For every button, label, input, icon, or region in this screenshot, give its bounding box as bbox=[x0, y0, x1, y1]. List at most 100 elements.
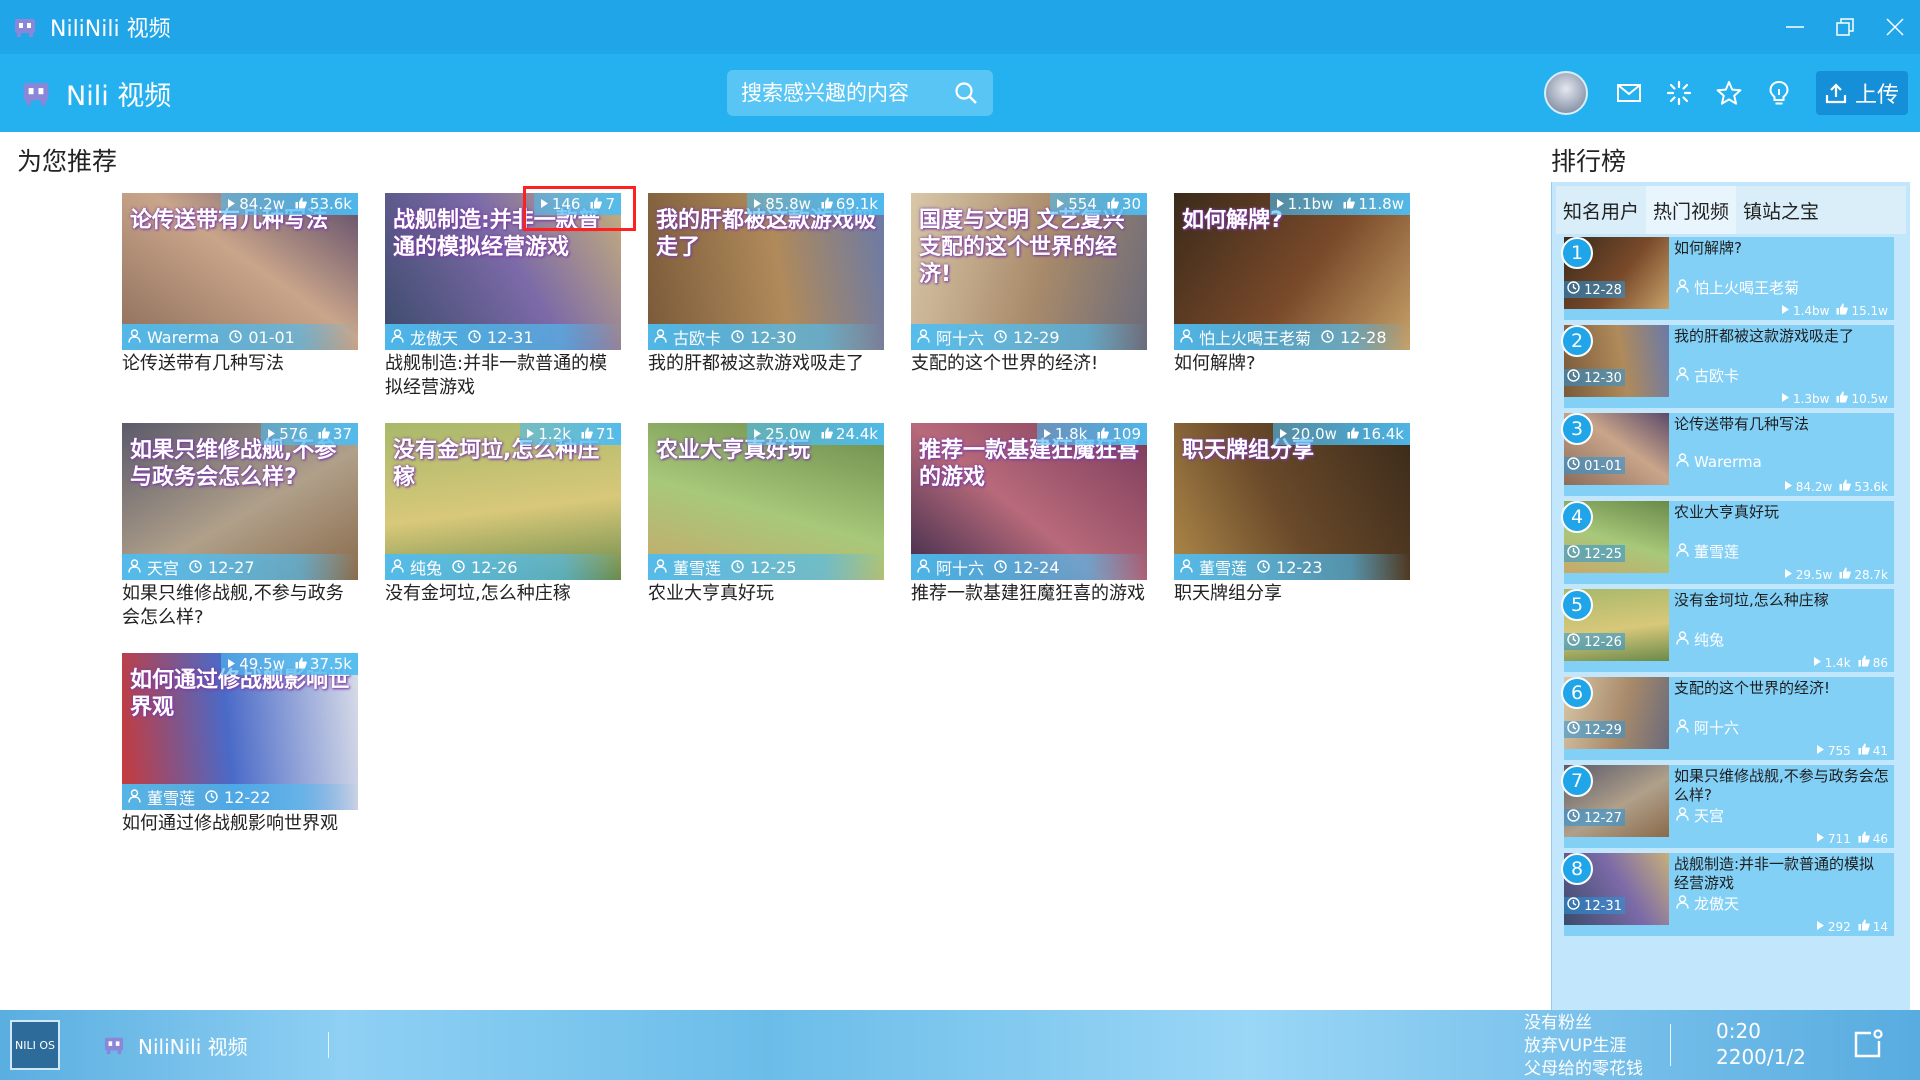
video-thumbnail[interactable]: 农业大亨真好玩 25.0w 24.4k 董雪莲 12-25 bbox=[648, 423, 884, 580]
video-author[interactable]: 董雪莲 bbox=[1199, 555, 1247, 579]
video-title[interactable]: 职天牌组分享 bbox=[1174, 582, 1410, 606]
rank-author[interactable]: 龙傲天 bbox=[1676, 893, 1739, 914]
tab-hot-videos[interactable]: 热门视频 bbox=[1646, 186, 1737, 234]
tab-famous-users[interactable]: 知名用户 bbox=[1556, 186, 1646, 234]
rank-author[interactable]: 怕上火喝王老菊 bbox=[1676, 277, 1799, 298]
video-card[interactable]: 没有金坷垃,怎么种庄稼 1.2k 71 纯兔 12-26 没有金坷垃,怎么种庄稼 bbox=[385, 423, 621, 653]
rank-title[interactable]: 论传送带有几种写法 bbox=[1674, 415, 1889, 434]
close-button[interactable] bbox=[1870, 0, 1920, 54]
rank-item[interactable]: 12-28 1 如何解牌? 怕上火喝王老菊 1.4bw 15.1w bbox=[1561, 237, 1894, 320]
search-icon[interactable] bbox=[953, 80, 979, 106]
video-card[interactable]: 如果只维修战舰,不参与政务会怎么样? 576 37 天宫 12-27 如果只维修战舰,不参… bbox=[122, 423, 358, 653]
video-card[interactable]: 我的肝都被这款游戏吸走了 85.8w 69.1k 古欧卡 12-30 我的肝都被这款游戏吸… bbox=[648, 193, 884, 423]
like-count: 24.4k bbox=[835, 425, 878, 443]
rank-item[interactable]: 12-31 8 战舰制造:并非一款普通的模拟经营游戏 龙傲天 292 14 bbox=[1561, 853, 1894, 936]
upload-button[interactable]: 上传 bbox=[1816, 71, 1908, 115]
video-title[interactable]: 如何通过修战舰影响世界观 bbox=[122, 812, 358, 836]
rank-author[interactable]: 阿十六 bbox=[1676, 717, 1739, 738]
restore-button[interactable] bbox=[1820, 0, 1870, 54]
video-author[interactable]: 怕上火喝王老菊 bbox=[1199, 325, 1311, 349]
avatar[interactable] bbox=[1544, 71, 1588, 115]
start-button[interactable]: NILI OS bbox=[10, 1020, 60, 1070]
view-count: 85.8w bbox=[765, 195, 811, 213]
user-icon bbox=[1676, 278, 1689, 297]
rank-date-text: 12-27 bbox=[1584, 811, 1622, 826]
minimize-button[interactable] bbox=[1770, 0, 1820, 54]
rank-title[interactable]: 我的肝都被这款游戏吸走了 bbox=[1674, 327, 1889, 346]
thumbnail-caption: 我的肝都被这款游戏吸走了 bbox=[656, 208, 877, 260]
video-title[interactable]: 推荐一款基建狂魔狂喜的游戏 bbox=[911, 582, 1147, 606]
ranking-tabs: 知名用户 热门视频 镇站之宝 bbox=[1556, 186, 1906, 234]
video-author[interactable]: 阿十六 bbox=[936, 325, 984, 349]
video-card[interactable]: 论传送带有几种写法 84.2w 53.6k Warerma 01-01 论传送带有几种写法 bbox=[122, 193, 358, 423]
rank-title[interactable]: 如果只维修战舰,不参与政务会怎么样? bbox=[1674, 767, 1889, 805]
video-title[interactable]: 农业大亨真好玩 bbox=[648, 582, 884, 606]
video-title[interactable]: 支配的这个世界的经济! bbox=[911, 352, 1147, 376]
rank-author[interactable]: Warerma bbox=[1676, 453, 1762, 471]
rank-item[interactable]: 12-26 5 没有金坷垃,怎么种庄稼 纯兔 1.4k 86 bbox=[1561, 589, 1894, 672]
rank-date-text: 12-26 bbox=[1584, 635, 1622, 650]
rank-item[interactable]: 12-30 2 我的肝都被这款游戏吸走了 古欧卡 1.3bw 10.5w bbox=[1561, 325, 1894, 408]
video-author[interactable]: 古欧卡 bbox=[673, 325, 721, 349]
rank-author[interactable]: 纯兔 bbox=[1676, 629, 1724, 650]
rank-item[interactable]: 12-25 4 农业大亨真好玩 董雪莲 29.5w 28.7k bbox=[1561, 501, 1894, 584]
tab-site-treasures[interactable]: 镇站之宝 bbox=[1736, 186, 1826, 234]
rank-title[interactable]: 如何解牌? bbox=[1674, 239, 1889, 258]
video-card[interactable]: 推荐一款基建狂魔狂喜的游戏 1.8k 109 阿十六 12-24 推荐一款基建狂魔狂喜的游… bbox=[911, 423, 1147, 653]
clock-icon bbox=[1567, 457, 1580, 474]
video-title[interactable]: 我的肝都被这款游戏吸走了 bbox=[648, 352, 884, 376]
video-card[interactable]: 国度与文明 文艺复兴 支配的这个世界的经济! 554 30 阿十六 12-29 支配的这个… bbox=[911, 193, 1147, 423]
video-card[interactable]: 如何解牌? 1.1bw 11.8w 怕上火喝王老菊 12-28 如何解牌? bbox=[1174, 193, 1410, 423]
video-title[interactable]: 如何解牌? bbox=[1174, 352, 1410, 376]
video-author[interactable]: 阿十六 bbox=[936, 555, 984, 579]
play-icon bbox=[1781, 304, 1790, 318]
video-author[interactable]: 董雪莲 bbox=[673, 555, 721, 579]
thumbs-up-icon bbox=[821, 425, 833, 443]
video-thumbnail[interactable]: 推荐一款基建狂魔狂喜的游戏 1.8k 109 阿十六 12-24 bbox=[911, 423, 1147, 580]
taskbar-app-item[interactable]: NiliNili 视频 bbox=[102, 1031, 248, 1060]
video-thumbnail[interactable]: 没有金坷垃,怎么种庄稼 1.2k 71 纯兔 12-26 bbox=[385, 423, 621, 580]
video-meta: Warerma 01-01 bbox=[122, 324, 358, 350]
video-title[interactable]: 没有金坷垃,怎么种庄稼 bbox=[385, 582, 621, 606]
video-thumbnail[interactable]: 如何解牌? 1.1bw 11.8w 怕上火喝王老菊 12-28 bbox=[1174, 193, 1410, 350]
video-author[interactable]: Warerma bbox=[147, 328, 219, 347]
rank-author-name: 董雪莲 bbox=[1694, 543, 1740, 561]
rank-item[interactable]: 01-01 3 论传送带有几种写法 Warerma 84.2w 53.6k bbox=[1561, 413, 1894, 496]
notification-icon[interactable] bbox=[1852, 1028, 1884, 1060]
video-author[interactable]: 天宫 bbox=[147, 555, 179, 579]
clock[interactable]: 0:20 2200/1/2 bbox=[1716, 1018, 1806, 1070]
mail-icon[interactable] bbox=[1604, 68, 1654, 118]
star-icon[interactable] bbox=[1704, 68, 1754, 118]
video-thumbnail[interactable]: 如果只维修战舰,不参与政务会怎么样? 576 37 天宫 12-27 bbox=[122, 423, 358, 580]
rank-title[interactable]: 战舰制造:并非一款普通的模拟经营游戏 bbox=[1674, 855, 1889, 893]
like-count: 15.1w bbox=[1851, 303, 1888, 318]
video-author[interactable]: 董雪莲 bbox=[147, 785, 195, 809]
rank-title[interactable]: 支配的这个世界的经济! bbox=[1674, 679, 1889, 698]
search-input[interactable] bbox=[727, 80, 943, 106]
user-icon bbox=[917, 328, 930, 347]
video-card[interactable]: 如何通过修战舰影响世界观 49.5w 37.5k 董雪莲 12-22 如何通过修战舰影响世… bbox=[122, 653, 358, 883]
rank-author[interactable]: 董雪莲 bbox=[1676, 541, 1739, 562]
video-thumbnail[interactable]: 论传送带有几种写法 84.2w 53.6k Warerma 01-01 bbox=[122, 193, 358, 350]
rank-item[interactable]: 12-29 6 支配的这个世界的经济! 阿十六 755 41 bbox=[1561, 677, 1894, 760]
lightbulb-icon[interactable] bbox=[1754, 68, 1804, 118]
video-card[interactable]: 职天牌组分享 20.0w 16.4k 董雪莲 12-23 职天牌组分享 bbox=[1174, 423, 1410, 653]
video-author[interactable]: 纯兔 bbox=[410, 555, 442, 579]
tray-line: 没有粉丝 bbox=[1524, 1013, 1592, 1033]
video-thumbnail[interactable]: 国度与文明 文艺复兴 支配的这个世界的经济! 554 30 阿十六 12-29 bbox=[911, 193, 1147, 350]
rank-item[interactable]: 12-27 7 如果只维修战舰,不参与政务会怎么样? 天宫 711 46 bbox=[1561, 765, 1894, 848]
rank-author[interactable]: 天宫 bbox=[1676, 805, 1724, 826]
rank-author[interactable]: 古欧卡 bbox=[1676, 365, 1739, 386]
video-thumbnail[interactable]: 我的肝都被这款游戏吸走了 85.8w 69.1k 古欧卡 12-30 bbox=[648, 193, 884, 350]
video-title[interactable]: 战舰制造:并非一款普通的模拟经营游戏 bbox=[385, 352, 621, 400]
video-card[interactable]: 农业大亨真好玩 25.0w 24.4k 董雪莲 12-25 农业大亨真好玩 bbox=[648, 423, 884, 653]
loading-spinner-icon[interactable] bbox=[1654, 68, 1704, 118]
video-thumbnail[interactable]: 职天牌组分享 20.0w 16.4k 董雪莲 12-23 bbox=[1174, 423, 1410, 580]
rank-title[interactable]: 没有金坷垃,怎么种庄稼 bbox=[1674, 591, 1889, 610]
rank-title[interactable]: 农业大亨真好玩 bbox=[1674, 503, 1889, 522]
rank-stats: 84.2w 53.6k bbox=[1784, 479, 1888, 494]
video-title[interactable]: 如果只维修战舰,不参与政务会怎么样? bbox=[122, 582, 358, 630]
video-title[interactable]: 论传送带有几种写法 bbox=[122, 352, 358, 376]
video-thumbnail[interactable]: 如何通过修战舰影响世界观 49.5w 37.5k 董雪莲 12-22 bbox=[122, 653, 358, 810]
video-author[interactable]: 龙傲天 bbox=[410, 325, 458, 349]
